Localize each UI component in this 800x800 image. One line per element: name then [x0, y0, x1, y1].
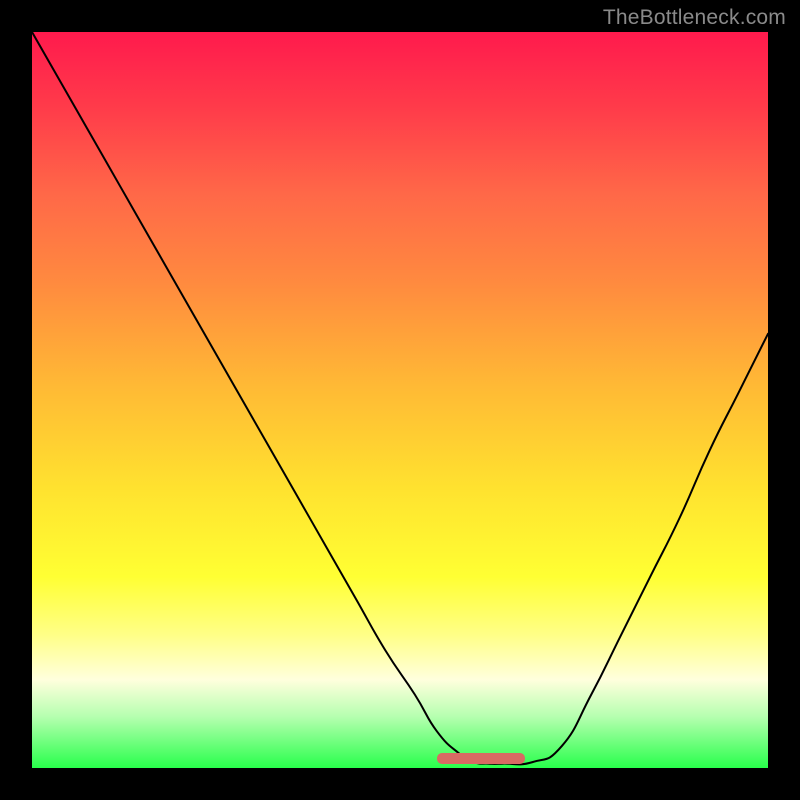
- curve-layer: [32, 32, 768, 768]
- chart-frame: TheBottleneck.com: [0, 0, 800, 800]
- plot-area: [32, 32, 768, 768]
- bottleneck-curve: [32, 32, 768, 764]
- bottom-marker: [437, 753, 525, 764]
- watermark-text: TheBottleneck.com: [603, 6, 786, 30]
